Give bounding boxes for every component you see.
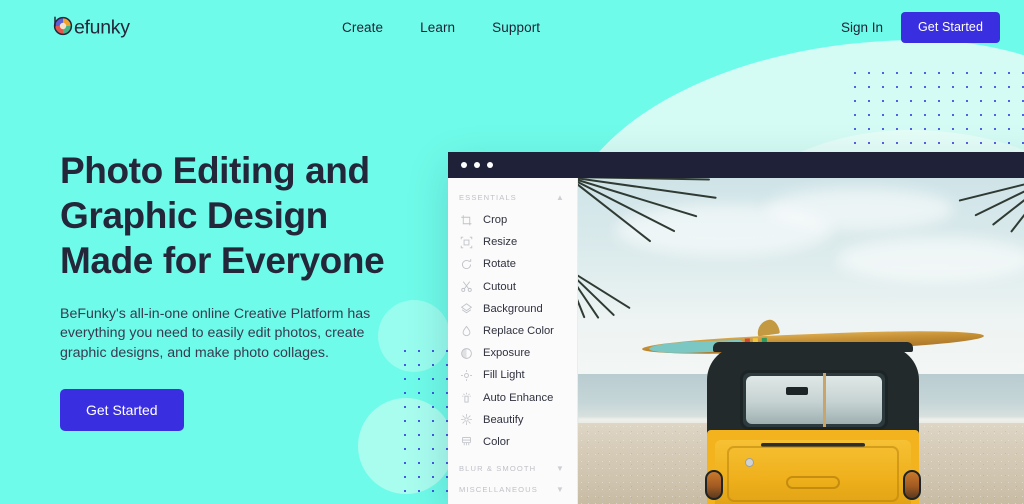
photo-van-window — [740, 370, 888, 430]
photo-palm-frond-right — [944, 178, 1024, 282]
photo-van-latch — [745, 458, 754, 467]
sidebar-item-label: Background — [483, 302, 543, 315]
sidebar-item-label: Replace Color — [483, 325, 554, 338]
photo-cloud — [766, 187, 954, 231]
befunky-pinwheel-logo: efunky — [53, 16, 131, 39]
brand-logo[interactable]: efunky — [52, 9, 156, 43]
window-dot-2[interactable] — [474, 162, 480, 168]
sidebar-item-crop[interactable]: Crop — [448, 209, 577, 231]
color-icon — [459, 434, 474, 449]
site-header: efunky Create Learn Support Sign In Get … — [0, 0, 1024, 54]
get-started-button-header[interactable]: Get Started — [900, 11, 1000, 43]
sidebar-item-rotate[interactable]: Rotate — [448, 253, 577, 275]
chevron-down-icon: ▼ — [555, 484, 565, 494]
scissors-icon — [459, 279, 474, 294]
layers-icon — [459, 301, 474, 316]
auto-enhance-icon — [459, 390, 474, 405]
get-started-button-hero[interactable]: Get Started — [60, 389, 184, 432]
section-title-blur-smooth: BLUR & SMOOTH — [459, 464, 537, 474]
sidebar-item-label: Crop — [483, 214, 508, 227]
photo-palm-frond-top-left — [578, 178, 738, 243]
droplet-icon — [459, 324, 474, 339]
editor-canvas-photo[interactable] — [578, 178, 1024, 504]
sidebar-item-beautify[interactable]: Beautify — [448, 409, 577, 431]
editor-body: ESSENTIALS ▲ Crop Resize Rotate Cutout B… — [448, 178, 1024, 504]
sidebar-item-color[interactable]: Color — [448, 431, 577, 453]
exposure-icon — [459, 346, 474, 361]
sidebar-item-auto-enhance[interactable]: Auto Enhance — [448, 387, 577, 409]
sidebar-item-label: Auto Enhance — [483, 391, 554, 404]
svg-text:efunky: efunky — [74, 17, 130, 39]
sidebar-item-cutout[interactable]: Cutout — [448, 276, 577, 298]
heading-line-2: Graphic Design — [60, 195, 328, 236]
sidebar-item-label: Beautify — [483, 413, 524, 426]
sidebar-item-label: Color — [483, 435, 510, 448]
editor-titlebar — [448, 152, 1024, 178]
fill-light-icon — [459, 368, 474, 383]
sidebar-item-replace-color[interactable]: Replace Color — [448, 320, 577, 342]
sidebar-item-resize[interactable]: Resize — [448, 231, 577, 253]
section-title-miscellaneous: MISCELLANEOUS — [459, 485, 538, 495]
sidebar-item-label: Exposure — [483, 347, 531, 360]
photo-van-hatch — [727, 446, 899, 502]
sign-in-link[interactable]: Sign In — [841, 20, 883, 35]
nav-item-create[interactable]: Create — [342, 20, 383, 35]
section-header-blur-smooth[interactable]: BLUR & SMOOTH ▼ — [448, 459, 577, 480]
sidebar-item-exposure[interactable]: Exposure — [448, 342, 577, 364]
nav-item-learn[interactable]: Learn — [420, 20, 455, 35]
editor-window: ESSENTIALS ▲ Crop Resize Rotate Cutout B… — [448, 152, 1024, 504]
crop-icon — [459, 213, 474, 228]
heading-line-3: Made for Everyone — [60, 240, 385, 281]
sidebar-item-label: Rotate — [483, 258, 516, 271]
beautify-icon — [459, 412, 474, 427]
header-actions: Sign In Get Started — [841, 0, 1000, 54]
section-header-miscellaneous[interactable]: MISCELLANEOUS ▼ — [448, 480, 577, 501]
sidebar-item-label: Fill Light — [483, 369, 525, 382]
page-title: Photo Editing and Graphic Design Made fo… — [60, 148, 420, 283]
hero-section: Photo Editing and Graphic Design Made fo… — [60, 148, 420, 432]
sidebar-item-label: Resize — [483, 236, 518, 249]
section-title-essentials: ESSENTIALS — [459, 193, 517, 202]
resize-icon — [459, 235, 474, 250]
rotate-icon — [459, 257, 474, 272]
chevron-down-icon: ▼ — [555, 463, 565, 473]
chevron-up-icon: ▲ — [555, 192, 565, 202]
sidebar-item-label: Cutout — [483, 280, 516, 293]
window-dot-3[interactable] — [487, 162, 493, 168]
photo-van-handle — [786, 476, 840, 489]
photo-surfboard-fin — [756, 318, 781, 337]
nav-item-support[interactable]: Support — [492, 20, 540, 35]
landing-page: efunky Create Learn Support Sign In Get … — [0, 0, 1024, 504]
editor-sidebar: ESSENTIALS ▲ Crop Resize Rotate Cutout B… — [448, 178, 578, 504]
hero-paragraph: BeFunky's all-in-one online Creative Pla… — [60, 306, 371, 361]
sidebar-item-fill-light[interactable]: Fill Light — [448, 364, 577, 386]
photo-van-taillight-left — [705, 470, 723, 500]
photo-van — [641, 312, 985, 504]
main-navigation: Create Learn Support — [342, 0, 540, 54]
photo-van-taillight-right — [903, 470, 921, 500]
photo-palm-frond-left — [578, 266, 654, 336]
section-header-essentials[interactable]: ESSENTIALS ▲ — [448, 188, 577, 209]
sidebar-item-background[interactable]: Background — [448, 298, 577, 320]
heading-line-1: Photo Editing and — [60, 150, 370, 191]
window-dot-1[interactable] — [461, 162, 467, 168]
